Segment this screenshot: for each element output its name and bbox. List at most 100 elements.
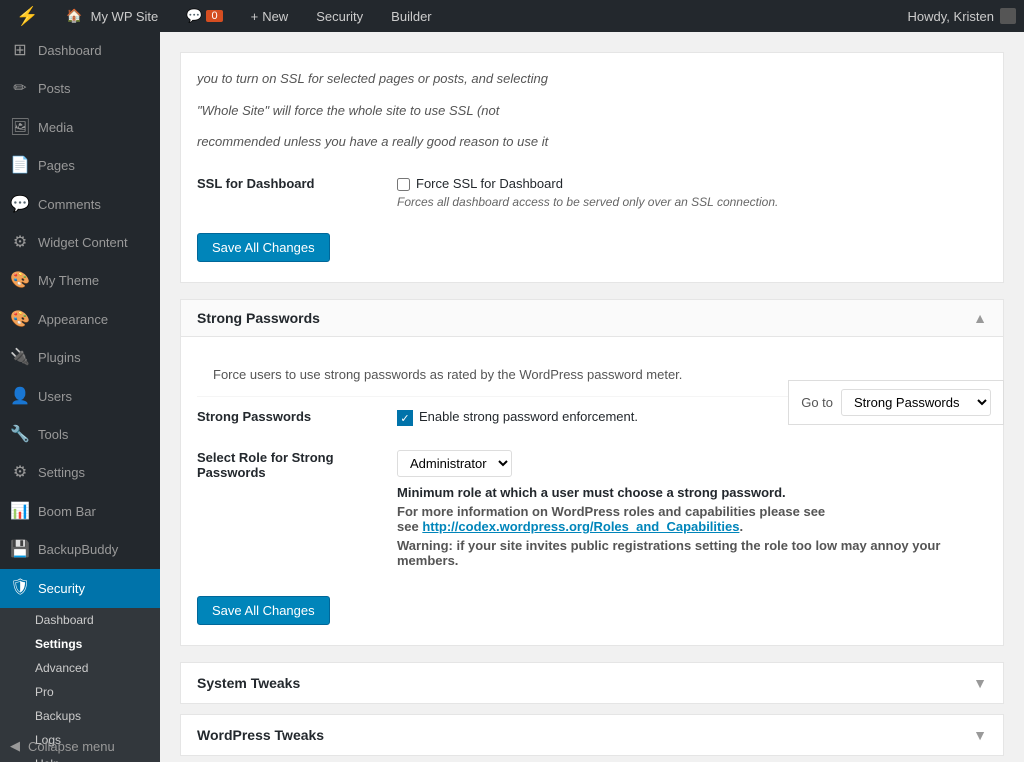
wordpress-tweaks-title: WordPress Tweaks [197, 727, 324, 743]
strong-passwords-save-button[interactable]: Save All Changes [197, 596, 330, 625]
dashboard-icon: ⊞ [10, 40, 30, 62]
force-ssl-checkbox[interactable] [397, 178, 410, 191]
force-ssl-description: Forces all dashboard access to be served… [397, 195, 987, 209]
wordpress-tweaks-section: WordPress Tweaks ▼ [180, 714, 1004, 756]
sidebar-label-tools: Tools [38, 426, 68, 444]
sidebar-item-dashboard[interactable]: ⊞ Dashboard [0, 32, 160, 70]
appearance-icon: 🎨 [10, 309, 30, 331]
ssl-partial-text-1: you to turn on SSL for selected pages or… [197, 69, 987, 89]
posts-icon: ✏ [10, 78, 30, 100]
collapse-label: Collapse menu [28, 739, 115, 754]
strong-passwords-checkbox[interactable] [397, 410, 413, 426]
site-name-link[interactable]: 🏠 My WP Site [58, 0, 166, 32]
strong-passwords-field-label: Strong Passwords [197, 397, 397, 438]
ssl-dashboard-row: SSL for Dashboard Force SSL for Dashboar… [197, 164, 987, 221]
howdy-text: Howdy, Kristen [908, 9, 994, 24]
strong-passwords-section: Strong Passwords ▲ Force users to use st… [180, 299, 1004, 647]
user-menu[interactable]: Howdy, Kristen [908, 8, 1016, 24]
sidebar-item-media[interactable]: 🖼 Media [0, 109, 160, 147]
sidebar-label-media: Media [38, 119, 73, 137]
sidebar-label-plugins: Plugins [38, 349, 81, 367]
wp-logo[interactable]: ⚡ [8, 0, 46, 32]
min-role-text: Minimum role at which a user must choose… [397, 485, 987, 500]
sidebar-label-pages: Pages [38, 157, 75, 175]
site-name-text: My WP Site [91, 9, 159, 24]
sidebar-label-settings: Settings [38, 464, 85, 482]
submenu-item-advanced[interactable]: Advanced [0, 656, 160, 680]
strong-pwd-description: Minimum role at which a user must choose… [397, 485, 987, 568]
admin-bar: ⚡ 🏠 My WP Site 💬 0 + New Security Builde… [0, 0, 1024, 32]
new-label: New [262, 9, 288, 24]
sidebar-item-settings[interactable]: ⚙ Settings [0, 454, 160, 492]
sidebar-label-users: Users [38, 388, 72, 406]
go-to-select[interactable]: Strong Passwords System Tweaks WordPress… [841, 389, 991, 416]
system-tweaks-header[interactable]: System Tweaks ▼ [181, 663, 1003, 703]
force-ssl-checkbox-label[interactable]: Force SSL for Dashboard [397, 176, 987, 191]
comments-icon: 💬 [10, 194, 30, 216]
submenu-item-dashboard[interactable]: Dashboard [0, 608, 160, 632]
sidebar-label-appearance: Appearance [38, 311, 108, 329]
comments-link[interactable]: 💬 0 [178, 0, 230, 32]
sidebar-item-pages[interactable]: 📄 Pages [0, 147, 160, 185]
security-adminbar-text: Security [316, 9, 363, 24]
ssl-form-table: SSL for Dashboard Force SSL for Dashboar… [197, 164, 987, 221]
sidebar-item-users[interactable]: 👤 Users [0, 378, 160, 416]
wordpress-tweaks-chevron: ▼ [973, 727, 987, 743]
sidebar-item-posts[interactable]: ✏ Posts [0, 70, 160, 108]
warning-text: Warning: if your site invites public reg… [397, 538, 987, 568]
sidebar-item-boom-bar[interactable]: 📊 Boom Bar [0, 493, 160, 531]
sidebar-label-posts: Posts [38, 80, 71, 98]
widget-icon: ⚙ [10, 232, 30, 254]
wp-icon: ⚡ [16, 6, 38, 27]
backupbuddy-icon: 💾 [10, 539, 30, 561]
system-tweaks-title: System Tweaks [197, 675, 300, 691]
ssl-save-button[interactable]: Save All Changes [197, 233, 330, 262]
sidebar-item-tools[interactable]: 🔧 Tools [0, 416, 160, 454]
sidebar-item-comments[interactable]: 💬 Comments [0, 186, 160, 224]
strong-passwords-checkbox-text: Enable strong password enforcement. [419, 409, 638, 424]
sidebar-label-my-theme: My Theme [38, 272, 99, 290]
strong-passwords-title: Strong Passwords [197, 310, 320, 326]
sidebar-label-comments: Comments [38, 196, 101, 214]
strong-passwords-header[interactable]: Strong Passwords ▲ [181, 300, 1003, 337]
builder-text: Builder [391, 9, 431, 24]
plugins-icon: 🔌 [10, 347, 30, 369]
sidebar-item-my-theme[interactable]: 🎨 My Theme [0, 262, 160, 300]
ssl-partial-text-2: "Whole Site" will force the whole site t… [197, 101, 987, 121]
sidebar-label-security: Security [38, 580, 85, 598]
ssl-section: you to turn on SSL for selected pages or… [180, 52, 1004, 283]
sidebar-label-boom-bar: Boom Bar [38, 503, 96, 521]
sidebar-item-appearance[interactable]: 🎨 Appearance [0, 301, 160, 339]
strong-passwords-form-table: Strong Passwords Enable strong password … [197, 397, 987, 584]
more-info-text: For more information on WordPress roles … [397, 504, 987, 534]
plus-icon: + [251, 9, 259, 24]
security-adminbar-link[interactable]: Security [308, 0, 371, 32]
system-tweaks-chevron: ▼ [973, 675, 987, 691]
ssl-dashboard-field: Force SSL for Dashboard Forces all dashb… [397, 164, 987, 221]
sidebar-item-widget-content[interactable]: ⚙ Widget Content [0, 224, 160, 262]
role-select-row: Select Role for Strong Passwords Adminis… [197, 438, 987, 584]
go-to-label: Go to [801, 395, 833, 410]
sidebar-label-widget-content: Widget Content [38, 234, 128, 252]
pages-icon: 📄 [10, 155, 30, 177]
role-select-dropdown[interactable]: Administrator Editor Author Contributor … [397, 450, 512, 477]
codex-link[interactable]: http://codex.wordpress.org/Roles_and_Cap… [422, 519, 739, 534]
comment-count-badge: 0 [206, 10, 222, 22]
submenu-item-backups[interactable]: Backups [0, 704, 160, 728]
sidebar-label-dashboard: Dashboard [38, 42, 102, 60]
builder-link[interactable]: Builder [383, 0, 439, 32]
submenu-item-settings[interactable]: Settings [0, 632, 160, 656]
new-content-button[interactable]: + New [243, 0, 297, 32]
wordpress-tweaks-header[interactable]: WordPress Tweaks ▼ [181, 715, 1003, 755]
boom-bar-icon: 📊 [10, 501, 30, 523]
sidebar-item-plugins[interactable]: 🔌 Plugins [0, 339, 160, 377]
submenu-item-pro[interactable]: Pro [0, 680, 160, 704]
role-select-field: Administrator Editor Author Contributor … [397, 438, 987, 584]
system-tweaks-section: System Tweaks ▼ [180, 662, 1004, 704]
settings-icon: ⚙ [10, 462, 30, 484]
role-select-label: Select Role for Strong Passwords [197, 438, 397, 584]
sidebar: ⊞ Dashboard ✏ Posts 🖼 Media 📄 Pages 💬 Co… [0, 32, 160, 762]
sidebar-item-security[interactable]: 🛡 Security [0, 569, 160, 607]
collapse-menu-button[interactable]: ◀ Collapse menu [0, 730, 160, 762]
sidebar-item-backupbuddy[interactable]: 💾 BackupBuddy [0, 531, 160, 569]
